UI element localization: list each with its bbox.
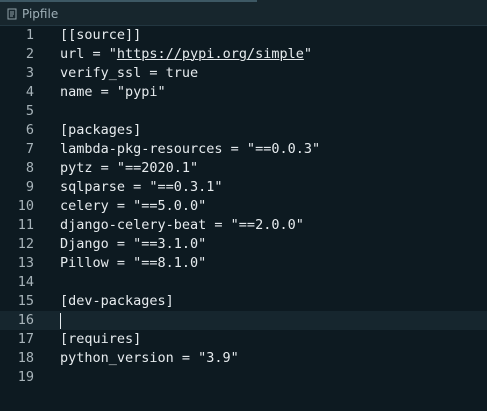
tab-bar: Pipfile [0, 0, 487, 26]
line-number: 1 [25, 27, 34, 43]
code-text: lambda-pkg-resources = "==0.0.3" [60, 141, 321, 157]
line-number: 6 [25, 122, 34, 138]
line-number: 18 [17, 350, 34, 366]
line-number: 13 [17, 255, 34, 271]
code-line[interactable]: 4 name = "pypi" [0, 83, 487, 102]
code-line[interactable]: 15 [dev-packages] [0, 292, 487, 311]
code-text: celery = "==5.0.0" [60, 198, 207, 214]
code-line[interactable]: 13 Pillow = "==8.1.0" [0, 254, 487, 273]
code-text: verify_ssl = true [60, 65, 199, 81]
line-number: 11 [17, 217, 34, 233]
code-line[interactable]: 11 django-celery-beat = "==2.0.0" [0, 216, 487, 235]
code-text: name = "pypi" [60, 84, 166, 100]
code-text: django-celery-beat = "==2.0.0" [60, 217, 304, 233]
code-line[interactable]: 9 sqlparse = "==0.3.1" [0, 178, 487, 197]
code-line[interactable]: 17 [requires] [0, 330, 487, 349]
code-line[interactable]: 7 lambda-pkg-resources = "==0.0.3" [0, 140, 487, 159]
url-link[interactable]: https://pypi.org/simple [117, 46, 304, 62]
text-cursor [60, 313, 61, 329]
code-text-part: " [303, 46, 312, 62]
code-text: sqlparse = "==0.3.1" [60, 179, 223, 195]
code-line[interactable]: 19 [0, 368, 487, 387]
line-number: 5 [25, 103, 34, 119]
code-line[interactable]: 3 verify_ssl = true [0, 64, 487, 83]
code-editor[interactable]: 1 [[source]] 2 url = "https://pypi.org/s… [0, 26, 487, 411]
code-text: [requires] [60, 331, 142, 347]
code-line[interactable]: 14 [0, 273, 487, 292]
file-icon [7, 8, 17, 19]
line-number: 12 [17, 236, 34, 252]
code-text: [packages] [60, 122, 142, 138]
line-number: 3 [25, 65, 34, 81]
tab-title: Pipfile [22, 6, 59, 21]
line-number: 2 [25, 46, 34, 62]
line-number: 19 [17, 369, 34, 385]
code-line-current[interactable]: 16 [0, 311, 487, 330]
code-text-part: url = " [60, 46, 117, 62]
code-line[interactable]: 6 [packages] [0, 121, 487, 140]
code-line[interactable]: 8 pytz = "==2020.1" [0, 159, 487, 178]
code-line[interactable]: 10 celery = "==5.0.0" [0, 197, 487, 216]
line-number: 4 [25, 84, 34, 100]
code-text: python_version = "3.9" [60, 350, 239, 366]
tab-pipfile[interactable]: Pipfile [0, 2, 70, 25]
line-number: 9 [25, 179, 34, 195]
line-number: 7 [25, 141, 34, 157]
code-line[interactable]: 12 Django = "==3.1.0" [0, 235, 487, 254]
code-text: [dev-packages] [60, 293, 174, 309]
editor-window: Pipfile 1 [[source]] 2 url = "https://py… [0, 0, 487, 411]
code-text: Pillow = "==8.1.0" [60, 255, 207, 271]
line-number: 8 [25, 160, 34, 176]
code-text: Django = "==3.1.0" [60, 236, 207, 252]
code-line[interactable]: 18 python_version = "3.9" [0, 349, 487, 368]
code-line[interactable]: 1 [[source]] [0, 26, 487, 45]
line-number: 16 [17, 312, 34, 328]
code-line[interactable]: 5 [0, 102, 487, 121]
code-text: pytz = "==2020.1" [60, 160, 199, 176]
line-number: 14 [17, 274, 34, 290]
line-number: 17 [17, 331, 34, 347]
code-line[interactable]: 2 url = "https://pypi.org/simple" [0, 45, 487, 64]
code-text: url = "https://pypi.org/simple" [60, 45, 312, 64]
line-number: 15 [17, 293, 34, 309]
line-number: 10 [17, 198, 34, 214]
code-text: [[source]] [60, 27, 142, 43]
